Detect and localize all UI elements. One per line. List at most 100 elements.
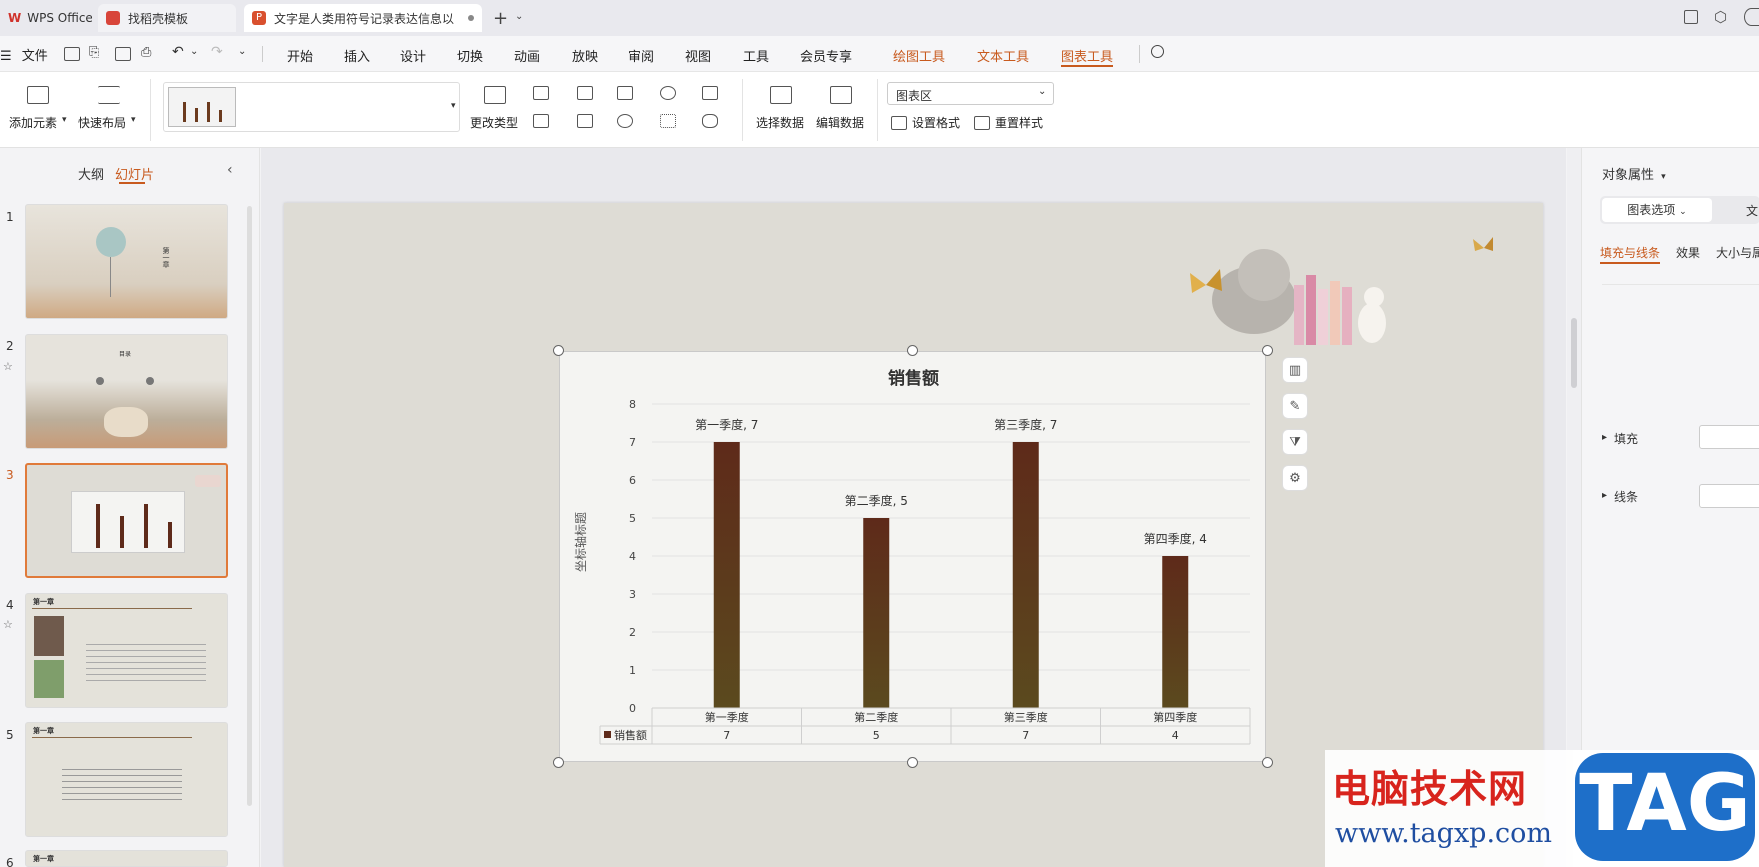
bar <box>1012 442 1039 708</box>
chart-filter-button[interactable]: ⧩ <box>1282 429 1308 455</box>
chart-plot-area[interactable]: 0 1 2 3 4 5 6 7 8 第一季度, 7 第二季度, 5 第三季度, 7 第四季度, 4 第一季… <box>560 352 1267 763</box>
tab-text-options[interactable]: 文 <box>1746 202 1758 219</box>
pie-chart-icon[interactable] <box>617 114 633 128</box>
slide-thumbnail-4[interactable]: 第一章 <box>25 593 228 708</box>
divider <box>150 79 151 141</box>
resize-handle[interactable] <box>553 345 564 356</box>
star-icon[interactable]: ☆ <box>3 360 13 373</box>
tab-document[interactable]: P 文字是人类用符号记录表达信息以 <box>244 4 482 32</box>
window-layout-icon[interactable] <box>1684 10 1698 24</box>
docer-icon <box>106 11 120 25</box>
quick-layout-button[interactable]: 快速布局 ▾ <box>78 72 140 148</box>
menu-design[interactable]: 设计 <box>400 46 426 65</box>
scrollbar[interactable] <box>247 206 252 806</box>
save-icon[interactable] <box>64 47 80 61</box>
print-icon[interactable] <box>115 47 131 61</box>
slide-thumbnail-5[interactable]: 第一章 <box>25 722 228 837</box>
bar-chart-icon[interactable] <box>577 86 593 100</box>
tab-list-chevron-icon[interactable]: ⌄ <box>515 11 523 22</box>
set-format-button[interactable]: 设置格式 <box>891 114 960 131</box>
fill-dropdown[interactable] <box>1699 425 1759 449</box>
scatter-chart-icon[interactable] <box>660 114 676 128</box>
slide-thumbnail-panel: 大纲 幻灯片 ‹ 1 第一章 2 ☆ 目录 3 4 ☆ 第一章 5 第一章 6 … <box>0 148 260 867</box>
column-chart-icon[interactable] <box>533 86 549 100</box>
select-data-button[interactable]: 选择数据 <box>754 72 808 148</box>
collapse-panel-icon[interactable]: ‹ <box>227 162 233 178</box>
change-type-button[interactable]: 更改类型 <box>469 72 523 148</box>
canvas-scrollbar[interactable] <box>1571 318 1577 388</box>
resize-handle[interactable] <box>1262 757 1273 768</box>
panel-title[interactable]: 对象属性 ▾ <box>1602 164 1666 183</box>
stock-chart-icon[interactable] <box>577 114 593 128</box>
fill-section-label[interactable]: 填充 <box>1614 430 1638 447</box>
watermark-text: 电脑技术网 <box>1332 767 1528 811</box>
panel-title-label: 对象属性 <box>1602 168 1655 183</box>
menu-animation[interactable]: 动画 <box>514 46 540 65</box>
data-label: 第三季度, 7 <box>994 417 1057 432</box>
radar-chart-icon[interactable] <box>660 86 676 100</box>
tab-template[interactable]: 找稻壳模板 <box>98 4 236 32</box>
slide-thumbnail-3[interactable] <box>25 463 228 578</box>
menu-review[interactable]: 审阅 <box>628 46 654 65</box>
print-preview-icon[interactable]: ⎙ <box>141 45 151 60</box>
avatar[interactable] <box>1744 8 1759 26</box>
subtab-fill-line[interactable]: 填充与线条 <box>1600 244 1660 261</box>
menu-transition[interactable]: 切换 <box>457 46 483 65</box>
menu-home[interactable]: 开始 <box>287 46 313 65</box>
chart-settings-button[interactable]: ⚙ <box>1282 465 1308 491</box>
add-element-button[interactable]: 添加元素 ▾ <box>8 72 68 148</box>
new-tab-plus-icon[interactable]: + <box>493 8 508 29</box>
resize-handle[interactable] <box>1262 345 1273 356</box>
menu-chart-tools[interactable]: 图表工具 <box>1061 46 1113 65</box>
chart-element-select[interactable]: 图表区 ⌄ <box>887 82 1054 105</box>
more-dropdown-icon[interactable]: ⌄ <box>238 46 246 57</box>
undo-icon[interactable]: ↶ <box>172 44 184 60</box>
slide-thumbnail-2[interactable]: 目录 <box>25 334 228 449</box>
menu-view[interactable]: 视图 <box>685 46 711 65</box>
menu-member[interactable]: 会员专享 <box>800 46 852 65</box>
area-chart-icon[interactable] <box>533 114 549 128</box>
subtab-size[interactable]: 大小与属 <box>1716 244 1759 261</box>
subtab-effect[interactable]: 效果 <box>1676 244 1700 261</box>
search-icon[interactable] <box>1151 45 1164 58</box>
menu-insert[interactable]: 插入 <box>344 46 370 65</box>
thumbnail-title: 目录 <box>119 351 132 358</box>
gallery-expand-icon[interactable]: ▾ <box>451 101 456 111</box>
bubble-chart-icon[interactable] <box>702 114 718 128</box>
slide-number: 2 <box>6 339 14 353</box>
resize-handle[interactable] <box>907 757 918 768</box>
redo-icon[interactable]: ↷ <box>211 44 223 60</box>
grid-chart-icon[interactable] <box>702 86 718 100</box>
menu-text-tools[interactable]: 文本工具 <box>977 46 1029 65</box>
x-category-label: 第三季度 <box>1004 710 1048 724</box>
line-dropdown[interactable] <box>1699 484 1759 508</box>
resize-handle[interactable] <box>907 345 918 356</box>
chart-elements-button[interactable]: ▥ <box>1282 357 1308 383</box>
watermark-tag-text: TAG <box>1579 759 1751 849</box>
slide-thumbnail-1[interactable]: 第一章 <box>25 204 228 319</box>
tab-chart-options[interactable]: 图表选项 ⌄ <box>1602 198 1712 222</box>
sales-chart[interactable]: 销售额 坐标轴标题 0 1 2 3 4 5 6 7 8 第一季度, 7 第二季度, 5 第三季度, 7… <box>559 351 1266 762</box>
menu-tools[interactable]: 工具 <box>743 46 769 65</box>
tab-wps-office[interactable]: W WPS Office <box>0 4 92 32</box>
chart-style-gallery[interactable]: ▾ <box>163 82 460 132</box>
series-name-label: 销售额 <box>614 728 647 742</box>
data-label: 第二季度, 5 <box>845 493 908 508</box>
menu-slideshow[interactable]: 放映 <box>572 46 598 65</box>
reset-style-button[interactable]: 重置样式 <box>974 114 1043 131</box>
chart-style-thumbnail[interactable] <box>168 87 236 127</box>
star-icon[interactable]: ☆ <box>3 618 13 631</box>
chart-style-button[interactable]: ✎ <box>1282 393 1308 419</box>
slide-thumbnail-6[interactable]: 第一章 <box>25 850 228 867</box>
tab-slides[interactable]: 幻灯片 <box>115 164 154 183</box>
export-icon[interactable]: ⎘ <box>89 45 99 60</box>
cube-icon[interactable]: ⬡ <box>1714 8 1727 26</box>
resize-handle[interactable] <box>553 757 564 768</box>
undo-dropdown-icon[interactable]: ⌄ <box>190 46 198 57</box>
line-section-label[interactable]: 线条 <box>1614 488 1638 505</box>
tab-outline[interactable]: 大纲 <box>78 164 104 183</box>
menu-drawing-tools[interactable]: 绘图工具 <box>893 46 945 65</box>
file-menu[interactable]: ☰ 文件 <box>0 45 48 64</box>
line-chart-icon[interactable] <box>617 86 633 100</box>
edit-data-button[interactable]: 编辑数据 <box>814 72 868 148</box>
